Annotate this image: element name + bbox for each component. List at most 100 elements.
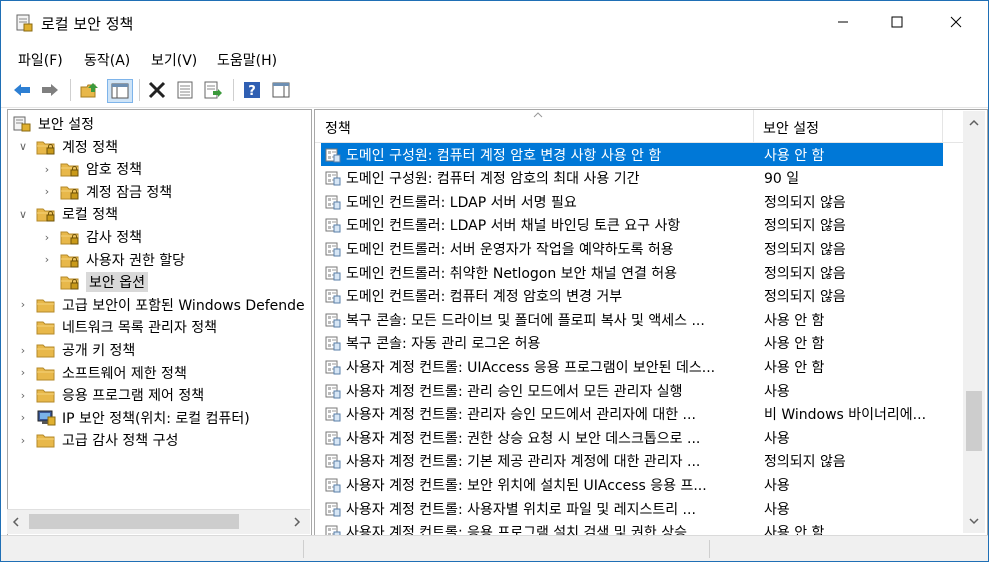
up-folder-icon xyxy=(80,83,98,98)
scroll-up-icon[interactable] xyxy=(969,119,979,127)
policy-name: 사용자 계정 컨트롤: 권한 상승 요청 시 보안 데스크톱으로 ... xyxy=(346,430,701,447)
column-header-policy[interactable]: 정책 xyxy=(325,118,351,138)
tree-node[interactable]: ∨ 로컬 정책 xyxy=(16,203,118,225)
policy-icon xyxy=(325,336,341,351)
security-setting-value: 사용 xyxy=(764,477,790,494)
tree-node[interactable]: › 감사 정책 xyxy=(40,226,142,248)
scroll-left-icon[interactable] xyxy=(12,517,20,527)
policy-name: 복구 콘솔: 모든 드라이브 및 폴더에 플로피 복사 및 액세스 ... xyxy=(346,312,705,329)
tree-node[interactable]: › 공개 키 정책 xyxy=(16,339,136,361)
policy-row[interactable]: 도메인 컨트롤러: 컴퓨터 계정 암호의 변경 거부 정의되지 않음 xyxy=(321,285,943,308)
expanded-chevron-icon[interactable]: ∨ xyxy=(16,140,30,153)
policy-row[interactable]: 사용자 계정 컨트롤: 기본 제공 관리자 계정에 대한 관리자 ... 정의되지… xyxy=(321,450,943,473)
tree-node[interactable]: › 고급 감사 정책 구성 xyxy=(16,429,179,451)
collapsed-chevron-icon[interactable]: › xyxy=(40,231,54,244)
action-pane-button[interactable] xyxy=(269,79,293,101)
security-setting-value: 사용 안 함 xyxy=(764,312,825,329)
delete-button[interactable] xyxy=(145,79,169,101)
policy-row[interactable]: 도메인 컨트롤러: 취약한 Netlogon 보안 채널 연결 허용 정의되지 않… xyxy=(321,261,943,284)
tree-node[interactable]: 네트워크 목록 관리자 정책 xyxy=(16,316,217,338)
properties-button[interactable] xyxy=(173,79,197,101)
scroll-down-icon[interactable] xyxy=(969,517,979,525)
close-icon xyxy=(950,16,962,28)
policy-icon xyxy=(325,313,341,328)
policy-row[interactable]: 도메인 컨트롤러: LDAP 서버 서명 필요 정의되지 않음 xyxy=(321,190,943,213)
tree-node[interactable]: › 암호 정책 xyxy=(40,158,142,180)
policy-row[interactable]: 사용자 계정 컨트롤: 사용자별 위치로 파일 및 레지스트리 ... 사용 xyxy=(321,497,943,520)
help-button[interactable]: ? xyxy=(240,79,264,101)
status-divider xyxy=(709,540,710,558)
expanded-chevron-icon[interactable]: ∨ xyxy=(16,208,30,221)
column-divider[interactable] xyxy=(753,110,754,142)
column-header-setting[interactable]: 보안 설정 xyxy=(763,118,819,138)
policy-icon xyxy=(325,218,341,233)
tree-node[interactable]: › 소프트웨어 제한 정책 xyxy=(16,362,187,384)
sort-ascending-icon xyxy=(533,112,543,118)
collapsed-chevron-icon[interactable]: › xyxy=(16,298,30,311)
up-folder-button[interactable] xyxy=(78,79,102,101)
collapsed-chevron-icon[interactable]: › xyxy=(16,366,30,379)
scroll-right-icon[interactable] xyxy=(293,517,301,527)
tree-node[interactable]: › IP 보안 정책(위치: 로컬 컴퓨터) xyxy=(16,407,250,429)
title-bar[interactable]: 로컬 보안 정책 xyxy=(1,1,988,43)
tree-node[interactable]: 보안 설정 xyxy=(12,113,94,135)
policy-row[interactable]: 사용자 계정 컨트롤: 권한 상승 요청 시 보안 데스크톱으로 ... 사용 xyxy=(321,426,943,449)
maximize-button[interactable] xyxy=(868,1,926,43)
folder-icon xyxy=(36,344,55,358)
menu-help[interactable]: 도움말(H) xyxy=(217,50,277,70)
toolbar-separator xyxy=(233,79,234,101)
tree-node-label: 고급 감사 정책 구성 xyxy=(62,433,179,450)
policy-name: 도메인 구성원: 컴퓨터 계정 암호의 최대 사용 기간 xyxy=(346,171,640,188)
policy-row[interactable]: 도메인 컨트롤러: 서버 운영자가 작업을 예약하도록 허용 정의되지 않음 xyxy=(321,237,943,260)
back-button[interactable] xyxy=(10,79,34,101)
menu-file[interactable]: 파일(F) xyxy=(18,50,63,70)
tree-node[interactable]: 보안 옵션 xyxy=(40,271,148,293)
tree-node-label: 계정 잠금 정책 xyxy=(86,184,173,201)
scroll-thumb[interactable] xyxy=(29,514,239,529)
tree-node[interactable]: › 응용 프로그램 제어 정책 xyxy=(16,384,204,406)
toolbar: ? xyxy=(1,73,988,108)
tree-node[interactable]: › 사용자 권한 할당 xyxy=(40,249,185,271)
policy-name: 도메인 구성원: 컴퓨터 계정 암호 변경 사항 사용 안 함 xyxy=(346,147,662,164)
tree-node[interactable]: › 계정 잠금 정책 xyxy=(40,181,172,203)
policy-row[interactable]: 복구 콘솔: 모든 드라이브 및 폴더에 플로피 복사 및 액세스 ... 사용 … xyxy=(321,308,943,331)
policy-row[interactable]: 도메인 구성원: 컴퓨터 계정 암호 변경 사항 사용 안 함 사용 안 함 xyxy=(321,143,943,166)
menu-view[interactable]: 보기(V) xyxy=(151,50,197,70)
status-divider xyxy=(303,540,304,558)
folder-icon xyxy=(36,299,55,313)
collapsed-chevron-icon[interactable]: › xyxy=(16,434,30,447)
security-setting-value: 사용 안 함 xyxy=(764,147,825,164)
export-icon xyxy=(204,81,222,99)
tree-node-label: 고급 보안이 포함된 Windows Defende xyxy=(62,297,305,314)
minimize-button[interactable] xyxy=(814,1,872,43)
policy-row[interactable]: 사용자 계정 컨트롤: 관리 승인 모드에서 모든 관리자 실행 사용 xyxy=(321,379,943,402)
tree-node[interactable]: ∨ 계정 정책 xyxy=(16,136,118,158)
collapsed-chevron-icon[interactable]: › xyxy=(40,253,54,266)
collapsed-chevron-icon[interactable]: › xyxy=(16,344,30,357)
policy-row[interactable]: 도메인 구성원: 컴퓨터 계정 암호의 최대 사용 기간 90 일 xyxy=(321,167,943,190)
policy-row[interactable]: 사용자 계정 컨트롤: 보안 위치에 설치된 UIAccess 응용 프... 사… xyxy=(321,473,943,496)
collapsed-chevron-icon[interactable]: › xyxy=(16,389,30,402)
folder-lock-icon xyxy=(36,141,55,155)
list-vertical-scrollbar[interactable] xyxy=(963,111,985,533)
policy-row[interactable]: 복구 콘솔: 자동 관리 로그온 허용 사용 안 함 xyxy=(321,332,943,355)
collapsed-chevron-icon[interactable]: › xyxy=(40,163,54,176)
collapsed-chevron-icon[interactable]: › xyxy=(16,411,30,424)
show-hide-tree-button[interactable] xyxy=(107,79,133,103)
export-list-button[interactable] xyxy=(201,79,225,101)
tree-node-label: 로컬 정책 xyxy=(62,207,118,224)
forward-button[interactable] xyxy=(38,79,62,101)
scroll-thumb[interactable] xyxy=(966,391,982,451)
tree-horizontal-scrollbar[interactable] xyxy=(7,509,310,534)
policy-row[interactable]: 사용자 계정 컨트롤: UIAccess 응용 프로그램이 보안된 데스... 사… xyxy=(321,355,943,378)
collapsed-chevron-icon[interactable]: › xyxy=(40,185,54,198)
close-button[interactable] xyxy=(927,1,985,43)
console-tree[interactable]: 보안 설정 ∨ 계정 정책 › 암호 정책 › 계정 잠금 정책 ∨ 로컬 정책 › 감사 정책 › 사… xyxy=(7,109,312,537)
policy-row[interactable]: 도메인 컨트롤러: LDAP 서버 채널 바인딩 토큰 요구 사항 정의되지 않음 xyxy=(321,214,943,237)
column-divider[interactable] xyxy=(942,110,943,142)
folder-icon xyxy=(36,321,55,335)
tree-node[interactable]: › 고급 보안이 포함된 Windows Defende xyxy=(16,294,305,316)
policy-row[interactable]: 사용자 계정 컨트롤: 관리자 승인 모드에서 관리자에 대한 ... 비 Win… xyxy=(321,403,943,426)
security-setting-value: 정의되지 않음 xyxy=(764,241,846,258)
menu-action[interactable]: 동작(A) xyxy=(84,50,130,70)
